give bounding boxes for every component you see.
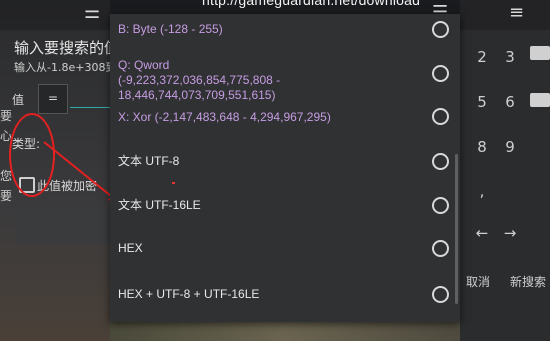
option-label: HEX + UTF-8 + UTF-16LE xyxy=(118,287,260,301)
option-label: Q: Qword (-9,223,372,036,854,775,808 - 1… xyxy=(118,58,281,102)
radio-unchecked-icon[interactable] xyxy=(432,197,449,214)
type-select-dialog: B: Byte (-128 - 255) Q: Qword (-9,223,37… xyxy=(110,14,460,322)
option-label: B: Byte (-128 - 255) xyxy=(118,22,223,36)
dialog-scrollbar[interactable] xyxy=(455,154,458,304)
option-label: X: Xor (-2,147,483,648 - 4,294,967,295) xyxy=(118,110,331,124)
option-label: 文本 UTF-8 xyxy=(118,154,180,168)
radio-unchecked-icon[interactable] xyxy=(432,286,449,303)
radio-unchecked-icon[interactable] xyxy=(432,153,449,170)
radio-unchecked-icon[interactable] xyxy=(432,21,449,38)
annotation-dot xyxy=(172,182,175,184)
option-label: 文本 UTF-16LE xyxy=(118,198,201,212)
radio-unchecked-icon[interactable] xyxy=(432,108,449,125)
radio-unchecked-icon[interactable] xyxy=(432,240,449,257)
option-label: HEX xyxy=(118,241,143,255)
radio-unchecked-icon[interactable] xyxy=(432,65,449,82)
